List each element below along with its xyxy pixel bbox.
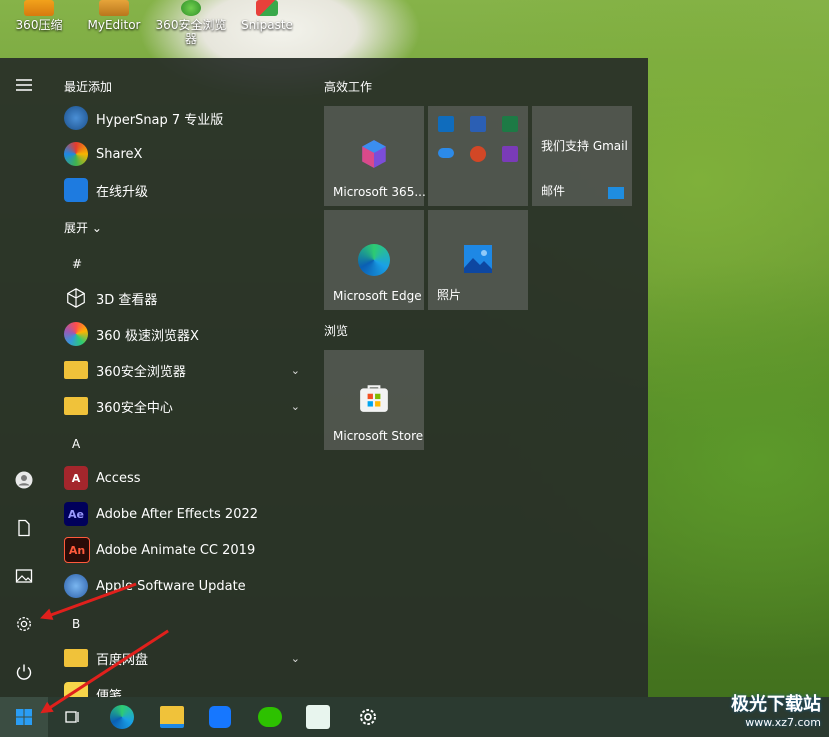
group-title-productivity: 高效工作 (324, 80, 373, 94)
hypersnap-icon (64, 106, 88, 130)
snipaste-icon (256, 0, 278, 16)
powerpoint-icon (470, 146, 486, 162)
desktop-icon-360browser[interactable]: 360安全浏览器 (152, 0, 230, 56)
pictures-button[interactable] (0, 556, 48, 596)
picture-icon (15, 569, 33, 583)
app-folder-baidu-netdisk[interactable]: 百度网盘 ⌄ (48, 640, 310, 676)
edge-icon (358, 244, 390, 276)
word-icon (470, 116, 486, 132)
chevron-down-icon: ⌄ (290, 363, 300, 377)
tile-mail[interactable]: 我们支持 Gmail 邮件 (532, 106, 632, 206)
wechat-icon (258, 707, 282, 727)
gear-icon (359, 708, 377, 726)
animate-icon: An (64, 537, 90, 563)
start-button[interactable] (0, 697, 48, 737)
settings-button[interactable] (0, 604, 48, 644)
letter-header-b[interactable]: B (72, 617, 80, 631)
tile-microsoft-365[interactable]: Microsoft 365... (324, 106, 426, 206)
tile-photos[interactable]: 照片 (428, 210, 528, 310)
sharex-icon (64, 142, 88, 166)
windows-logo-icon (16, 709, 32, 725)
user-icon (15, 471, 33, 489)
tile-store[interactable]: Microsoft Store (324, 350, 424, 450)
chrome-like-icon (64, 322, 88, 346)
power-button[interactable] (0, 652, 48, 692)
app-item-animate[interactable]: An Adobe Animate CC 2019 (48, 532, 310, 568)
folder-icon (64, 361, 88, 379)
taskbar-wechat[interactable] (246, 697, 294, 737)
archive-icon (24, 0, 54, 16)
editor-icon (99, 0, 129, 16)
app-item-access[interactable]: A Access (48, 460, 310, 496)
watermark: 极光下载站 www.xz7.com (731, 694, 821, 729)
folder-icon (160, 706, 184, 728)
folder-icon (64, 397, 88, 415)
taskbar-edge[interactable] (98, 697, 146, 737)
taskbar-settings[interactable] (344, 697, 392, 737)
gear-icon (17, 617, 31, 631)
taskbar-app-r[interactable] (294, 697, 342, 737)
folder-icon (64, 649, 88, 667)
start-rail (0, 58, 48, 697)
app-item-after-effects[interactable]: Ae Adobe After Effects 2022 (48, 496, 310, 532)
letter-header-hash[interactable]: # (72, 257, 82, 271)
mail-icon (608, 187, 624, 199)
power-icon (16, 664, 32, 680)
tile-edge[interactable]: Microsoft Edge (324, 210, 424, 310)
app-icon (306, 705, 330, 729)
m365-icon (362, 140, 386, 168)
app-folder-360-browser[interactable]: 360安全浏览器 ⌄ (48, 352, 310, 388)
group-title-browse: 浏览 (324, 324, 349, 338)
access-icon: A (64, 466, 88, 490)
account-button[interactable] (0, 460, 48, 500)
app-item-3d-viewer[interactable]: 3D 查看器 (48, 280, 310, 316)
cube-icon (64, 286, 88, 310)
expand-toggle[interactable]: 展开 ⌄ (64, 219, 102, 236)
excel-icon (502, 116, 518, 132)
desktop-icon-myeditor[interactable]: MyEditor (75, 0, 153, 56)
chevron-down-icon: ⌄ (91, 221, 102, 235)
apple-update-icon (64, 574, 88, 598)
menu-toggle-button[interactable] (0, 65, 48, 105)
app-item-360-speed-browser[interactable]: 360 极速浏览器X (48, 316, 310, 352)
tile-office-apps[interactable] (428, 106, 528, 206)
app-item-apple-update[interactable]: Apple Software Update (48, 568, 310, 604)
onenote-icon (502, 146, 518, 162)
letter-header-a[interactable]: A (72, 437, 80, 451)
edge-icon (110, 705, 134, 729)
recent-section-label: 最近添加 (64, 80, 113, 94)
app-item-sticky-notes[interactable]: 便笺 (48, 676, 310, 697)
documents-button[interactable] (0, 508, 48, 548)
outlook-icon (438, 116, 454, 132)
app-item-upgrade[interactable]: 在线升级 (48, 172, 310, 208)
upgrade-icon (64, 178, 88, 202)
chevron-down-icon: ⌄ (290, 399, 300, 413)
app-item-sharex[interactable]: ShareX (48, 136, 310, 172)
taskbar (0, 697, 829, 737)
browser-icon (181, 0, 201, 16)
taskbar-file-explorer[interactable] (148, 697, 196, 737)
app-icon (209, 706, 231, 728)
document-icon (18, 519, 30, 537)
app-folder-360-security[interactable]: 360安全中心 ⌄ (48, 388, 310, 424)
desktop-icon-360zip[interactable]: 360压缩 (0, 0, 78, 56)
hamburger-icon (16, 79, 32, 91)
onedrive-icon (438, 148, 454, 158)
task-view-icon (65, 711, 79, 723)
app-item-hypersnap[interactable]: HyperSnap 7 专业版 (48, 100, 310, 136)
after-effects-icon: Ae (64, 502, 88, 526)
chevron-down-icon: ⌄ (290, 651, 300, 665)
store-icon (360, 385, 388, 412)
taskbar-feishu[interactable] (196, 697, 244, 737)
desktop-icon-snipaste[interactable]: Snipaste (228, 0, 306, 56)
photos-icon (464, 245, 492, 273)
